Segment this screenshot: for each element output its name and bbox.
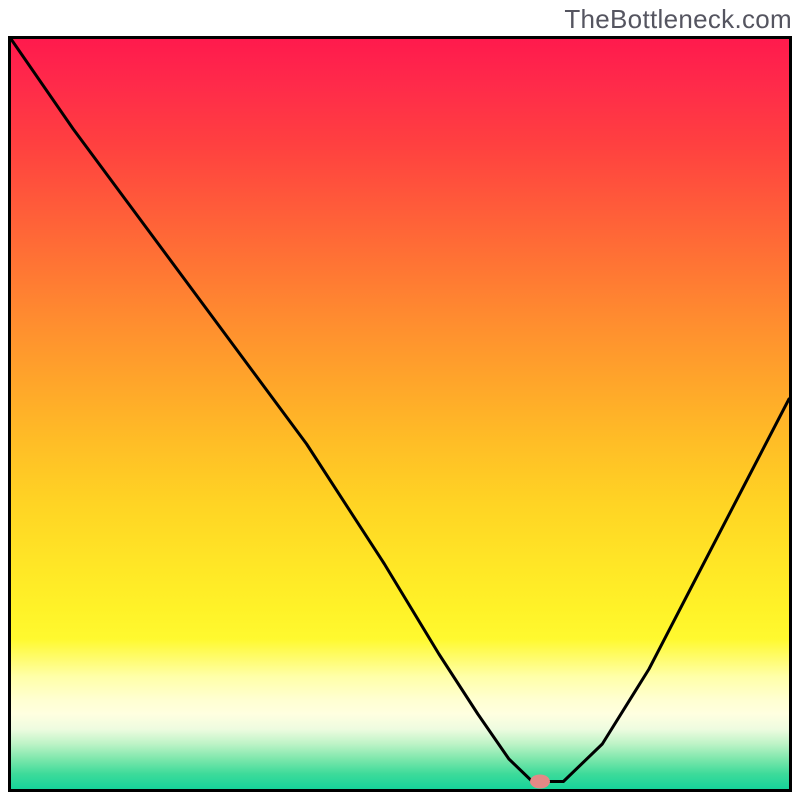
optimal-point-marker	[530, 775, 550, 789]
watermark-text: TheBottleneck.com	[564, 4, 792, 35]
bottleneck-curve-line	[11, 39, 789, 782]
chart-plot-area	[8, 36, 792, 792]
chart-svg	[11, 39, 789, 789]
